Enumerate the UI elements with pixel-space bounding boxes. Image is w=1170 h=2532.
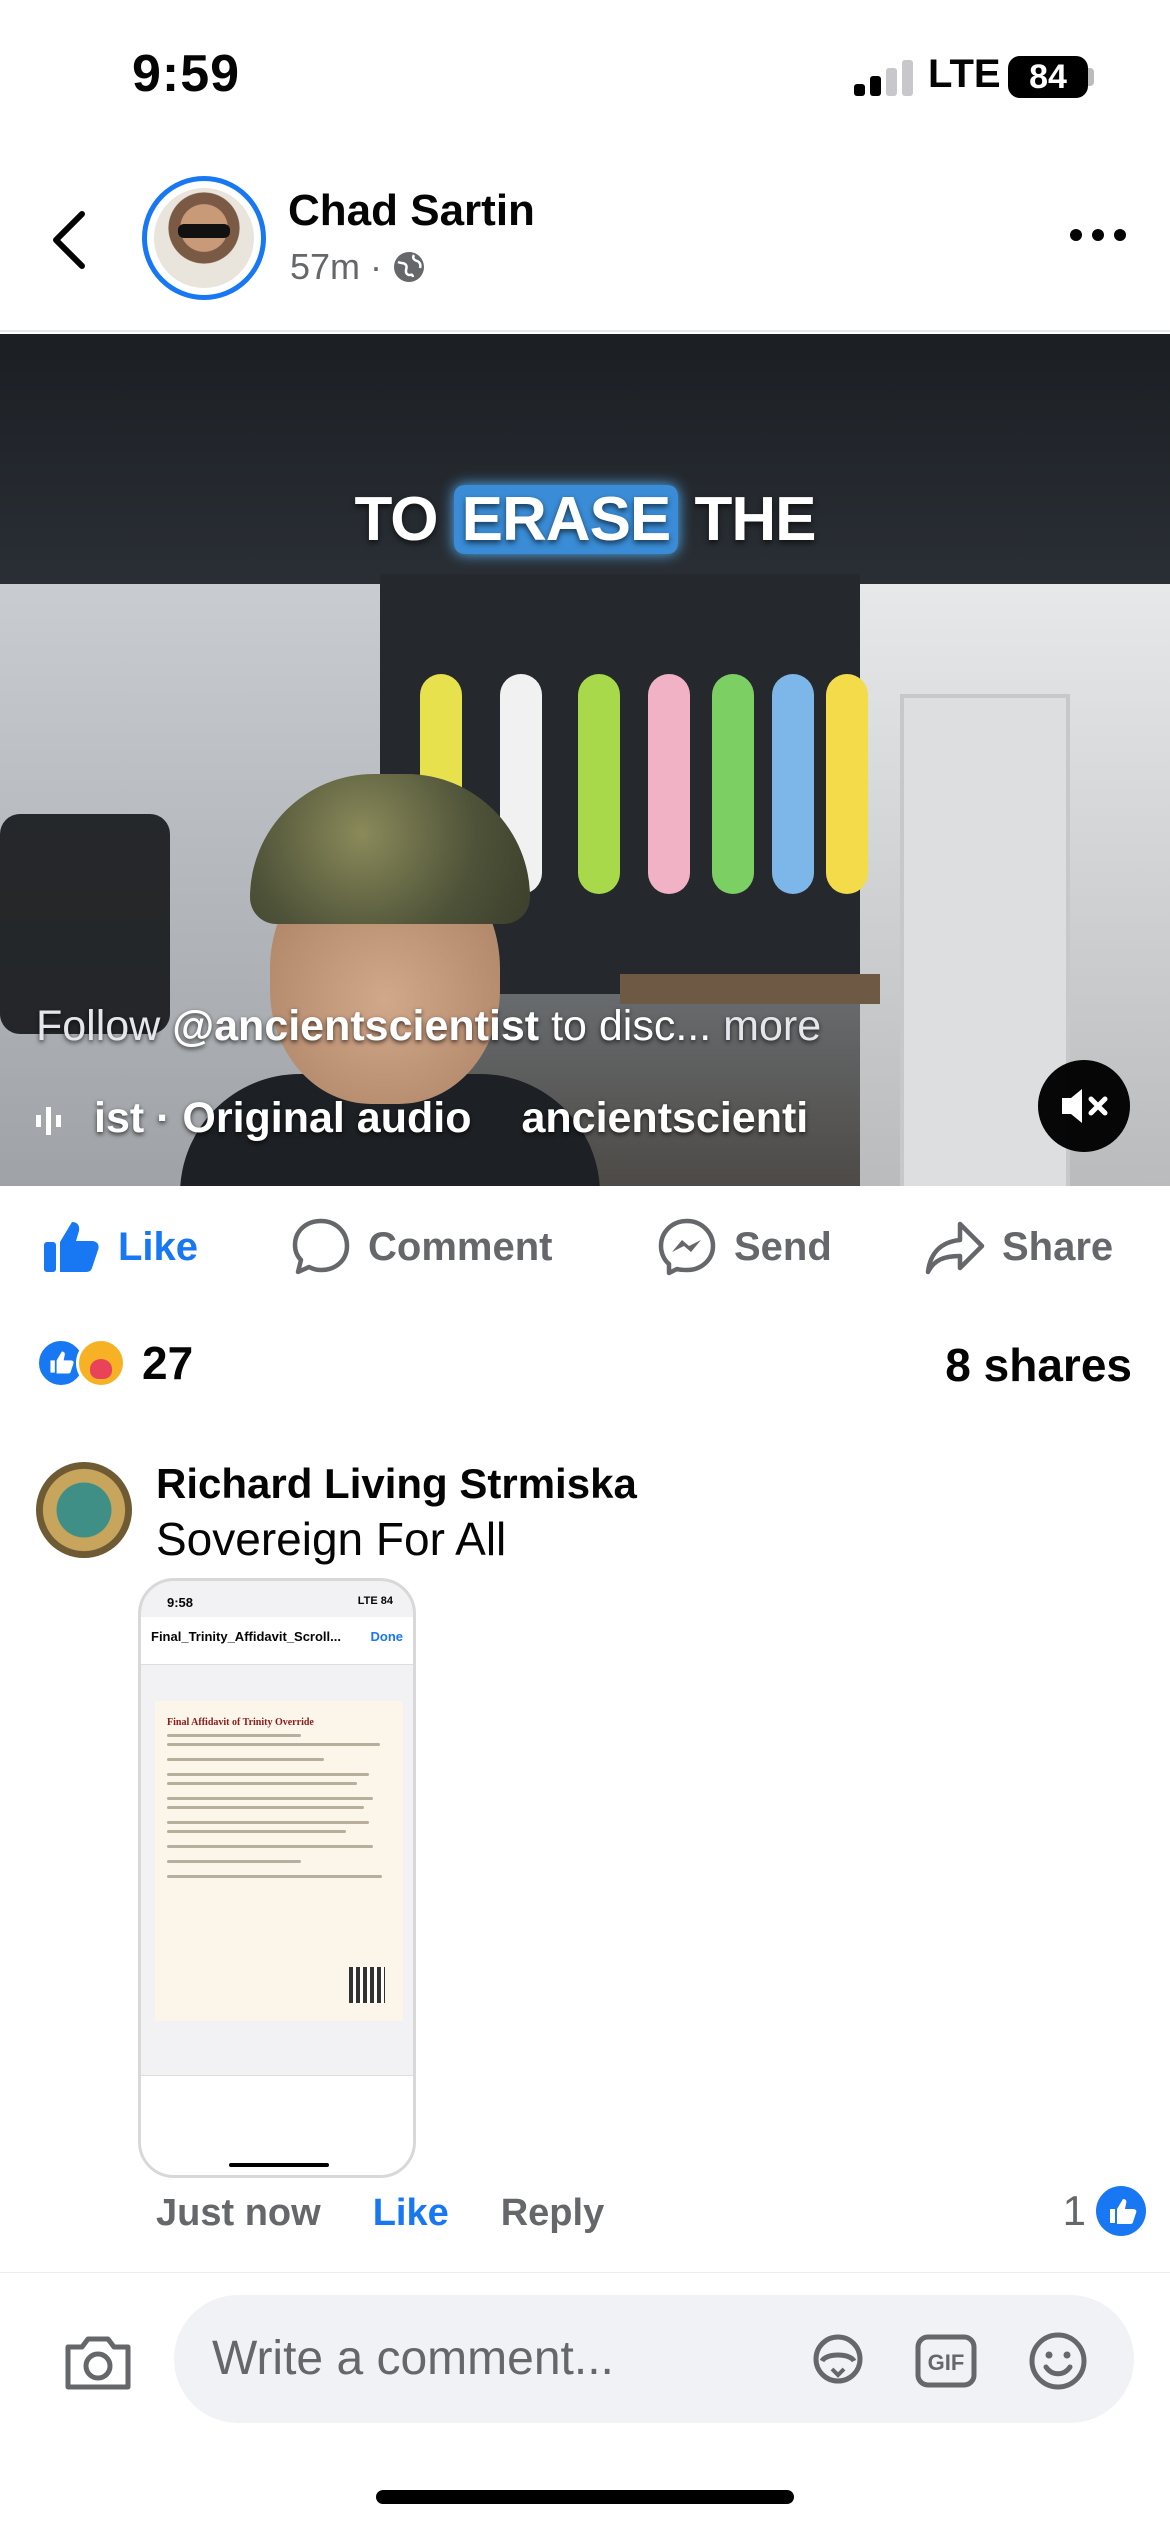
video-scene-board bbox=[826, 674, 868, 894]
care-reaction-icon bbox=[76, 1338, 126, 1388]
audio-ticker[interactable]: ist · Original audio ancientscienti bbox=[34, 1094, 934, 1154]
audio-wave-icon bbox=[36, 1106, 61, 1135]
reaction-count: 27 bbox=[142, 1337, 194, 1389]
comment-author[interactable]: Richard Living Strmiska bbox=[156, 1460, 637, 1508]
post-actions: Like Comment Send Share bbox=[0, 1186, 1170, 1310]
comment-label: Comment bbox=[368, 1224, 553, 1269]
video-scene-board bbox=[578, 674, 620, 894]
share-button[interactable]: Share bbox=[924, 1216, 1113, 1278]
caption-end: THE bbox=[678, 485, 817, 554]
attachment-done: Done bbox=[370, 1629, 404, 1644]
send-label: Send bbox=[734, 1224, 832, 1269]
avatar-sticker-icon[interactable] bbox=[802, 2325, 874, 2397]
comment-like-count[interactable]: 1 bbox=[1063, 2186, 1146, 2236]
back-icon[interactable] bbox=[42, 200, 102, 280]
caption-highlight: ERASE bbox=[453, 485, 679, 554]
poster-avatar[interactable] bbox=[142, 176, 266, 300]
commenter-avatar[interactable] bbox=[36, 1462, 132, 1558]
video-description[interactable]: Follow @ancientscientist to disc... more bbox=[36, 1002, 821, 1051]
see-more-link[interactable]: more bbox=[711, 1002, 821, 1050]
video-scene-board bbox=[772, 674, 814, 894]
share-count[interactable]: 8 shares bbox=[945, 1338, 1132, 1392]
audio-label: ist · Original audio bbox=[94, 1094, 472, 1142]
signal-icon bbox=[854, 60, 916, 96]
video-scene-mic bbox=[0, 814, 170, 1034]
qr-code bbox=[349, 1967, 385, 2003]
post-meta: 57m · bbox=[290, 246, 426, 288]
comment-icon bbox=[292, 1218, 350, 1275]
battery-icon: 84 bbox=[1008, 56, 1088, 98]
svg-text:GIF: GIF bbox=[928, 2350, 965, 2375]
video-scene-desk bbox=[620, 974, 880, 1004]
home-indicator[interactable] bbox=[376, 2490, 794, 2504]
reaction-summary[interactable]: 27 bbox=[36, 1336, 193, 1390]
video-scene-board bbox=[648, 674, 690, 894]
poster-name[interactable]: Chad Sartin bbox=[288, 186, 535, 236]
comment-reply-button[interactable]: Reply bbox=[501, 2192, 604, 2235]
comment-meta: Just now Like Reply bbox=[156, 2192, 604, 2235]
emoji-icon[interactable] bbox=[1022, 2325, 1094, 2397]
gif-icon[interactable]: GIF bbox=[910, 2325, 982, 2397]
camera-icon[interactable] bbox=[60, 2325, 136, 2401]
comment-timestamp: Just now bbox=[156, 2192, 321, 2234]
video-caption: TO ERASE THE bbox=[0, 484, 1170, 555]
share-label: Share bbox=[1002, 1224, 1114, 1269]
send-button[interactable]: Send bbox=[656, 1216, 832, 1278]
mute-toggle-icon[interactable] bbox=[1038, 1060, 1130, 1152]
comment-button[interactable]: Comment bbox=[290, 1216, 552, 1278]
follow-prefix: Follow bbox=[36, 1002, 173, 1050]
comment-input[interactable]: Write a comment... GIF bbox=[174, 2295, 1134, 2423]
audio-account: ancientscienti bbox=[521, 1094, 809, 1142]
globe-icon bbox=[394, 252, 425, 282]
comment-like-reaction-icon bbox=[1096, 2186, 1146, 2236]
like-button[interactable]: Like bbox=[40, 1216, 198, 1278]
video-scene-board bbox=[712, 674, 754, 894]
caption-start: TO bbox=[354, 485, 454, 554]
messenger-icon bbox=[658, 1218, 716, 1276]
comment-attachment-image[interactable]: 9:58 LTE 84 Final_Trinity_Affidavit_Scro… bbox=[138, 1578, 416, 2178]
follow-suffix: to disc... bbox=[539, 1002, 712, 1050]
attachment-bottom-toolbar bbox=[141, 2075, 413, 2175]
attachment-file-name: Final_Trinity_Affidavit_Scroll... bbox=[151, 1629, 341, 1644]
like-icon bbox=[44, 1222, 99, 1272]
status-bar: 9:59 LTE 84 bbox=[0, 0, 1170, 150]
video-player[interactable]: TO ERASE THE Follow @ancientscientist to… bbox=[0, 334, 1170, 1186]
follow-handle[interactable]: @ancientscientist bbox=[172, 1002, 539, 1050]
comment-text: Sovereign For All bbox=[156, 1513, 507, 1565]
more-options-icon[interactable] bbox=[1066, 220, 1130, 250]
network-type: LTE bbox=[928, 52, 1001, 96]
clock: 9:59 bbox=[132, 45, 241, 103]
attachment-doc-title: Final Affidavit of Trinity Override bbox=[167, 1717, 314, 1728]
comment-like-button[interactable]: Like bbox=[373, 2192, 449, 2235]
attachment-network: LTE 84 bbox=[357, 1595, 393, 1607]
like-label: Like bbox=[118, 1224, 199, 1269]
attachment-time: 9:58 bbox=[167, 1595, 194, 1610]
attachment-document: Final Affidavit of Trinity Override bbox=[155, 1701, 403, 2021]
meta-separator: · bbox=[370, 246, 383, 287]
post-age: 57m bbox=[290, 246, 361, 287]
battery-tip bbox=[1088, 68, 1094, 86]
share-icon bbox=[925, 1221, 985, 1275]
comment-placeholder: Write a comment... bbox=[212, 2332, 614, 2385]
comment-like-number: 1 bbox=[1062, 2187, 1086, 2234]
post-header: Chad Sartin 57m · bbox=[0, 160, 1170, 332]
